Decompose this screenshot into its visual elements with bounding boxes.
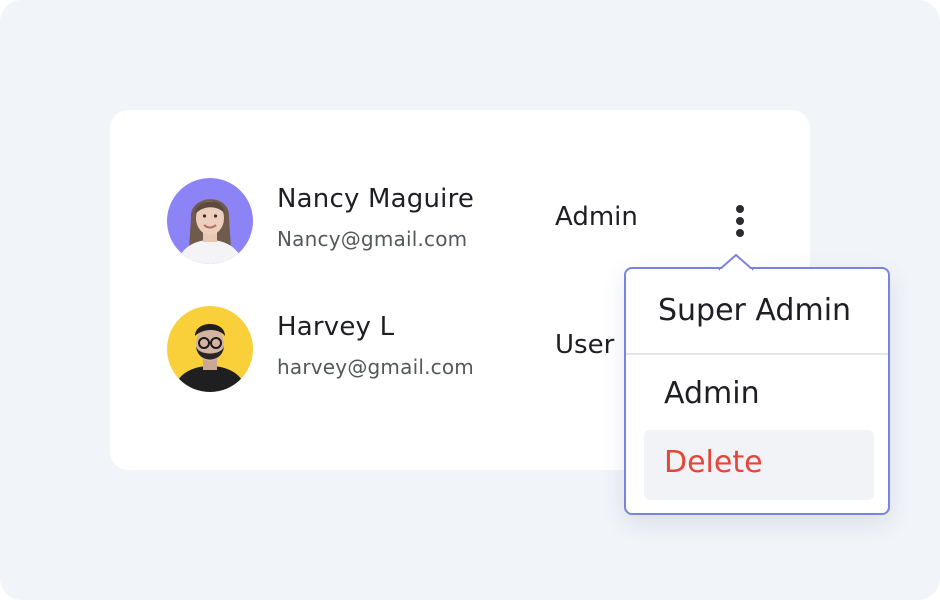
user-email: harvey@gmail.com (277, 355, 474, 379)
user-name: Harvey L (277, 312, 395, 342)
avatar-nancy (167, 178, 253, 264)
user-name: Nancy Maguire (277, 184, 475, 214)
kebab-dot (736, 205, 744, 213)
role-dropdown-menu: Super Admin Admin Delete (624, 253, 890, 515)
user-email: Nancy@gmail.com (277, 227, 468, 251)
menu-item-admin[interactable]: Admin (664, 376, 760, 411)
kebab-dot (736, 229, 744, 237)
avatar-harvey (167, 306, 253, 392)
menu-item-delete[interactable]: Delete (664, 445, 763, 480)
menu-item-super-admin[interactable]: Super Admin (658, 293, 851, 328)
user-role[interactable]: User (555, 330, 614, 360)
menu-divider (626, 353, 888, 355)
kebab-dot (736, 217, 744, 225)
user-row-nancy: Nancy Maguire Nancy@gmail.com Admin (167, 178, 787, 264)
menu-item-delete-highlight[interactable]: Delete (644, 430, 874, 500)
user-role[interactable]: Admin (555, 202, 638, 232)
more-options-icon[interactable] (727, 202, 753, 240)
page-background: Nancy Maguire Nancy@gmail.com Admin Harv… (0, 0, 940, 600)
